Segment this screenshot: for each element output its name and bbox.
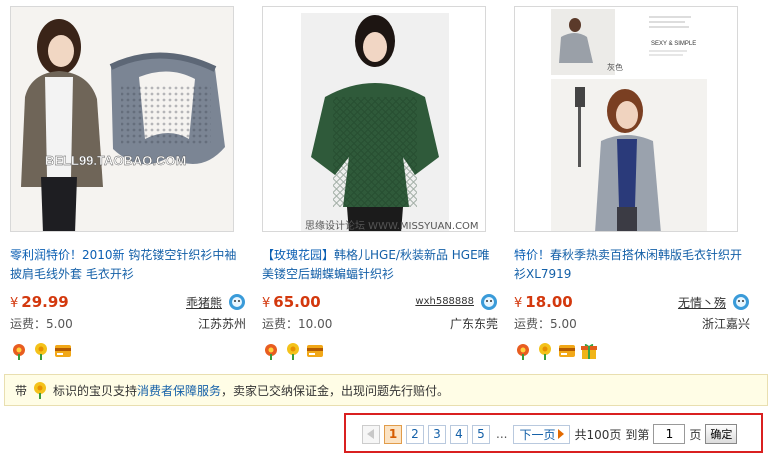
card-icon[interactable] <box>54 342 72 360</box>
product-card: 思缘设计论坛 WWW.MISSYUAN.COM 【玫瑰花园】韩格儿HGE/秋装新… <box>262 6 498 360</box>
product-image[interactable]: 灰色 SEXY & SIMPLE <box>514 6 738 232</box>
seller-link[interactable]: wxh588888 <box>415 296 474 307</box>
seller-location: 广东东莞 <box>449 317 498 331</box>
seller-location: 浙江嘉兴 <box>701 317 750 331</box>
page-5-button[interactable]: 5 <box>472 424 490 444</box>
page-4-button[interactable]: 4 <box>450 424 468 444</box>
seller-link[interactable]: 乖猪熊 <box>186 294 222 311</box>
product-title-lead[interactable]: 特价！ <box>514 248 550 262</box>
product-image[interactable]: 思缘设计论坛 WWW.MISSYUAN.COM <box>262 6 486 232</box>
page-2-button[interactable]: 2 <box>406 424 424 444</box>
seller-location: 江苏苏州 <box>197 317 246 331</box>
orange-flower-icon[interactable] <box>10 342 28 360</box>
confirm-button[interactable]: 确定 <box>705 424 738 444</box>
product-title[interactable]: 【玫瑰花园】韩格儿HGE/秋装新品 HGE唯美镂空后蝴蝶蝙蝠针织衫 <box>262 246 496 286</box>
page-ellipsis: ... <box>496 427 508 441</box>
page-3-button[interactable]: 3 <box>428 424 446 444</box>
total-pages: 共100页 <box>574 427 622 442</box>
service-badges <box>514 342 750 360</box>
page-1-button[interactable]: 1 <box>384 424 402 444</box>
shipping-fee: 运费：5.00 <box>514 317 577 331</box>
next-page-button[interactable]: 下一页 <box>513 424 571 444</box>
product-card: 灰色 SEXY & SIMPLE 特价！春秋季热卖百搭休闲韩版毛衣针织开衫XL7… <box>514 6 750 360</box>
service-badges <box>262 342 498 360</box>
gift-icon[interactable] <box>580 342 598 360</box>
goto-label: 到第 <box>625 427 650 442</box>
seller-link[interactable]: 无情丶殇 <box>678 294 726 311</box>
product-price: ¥18.00 <box>514 293 573 311</box>
pagination-highlight: 1 2 3 4 5 ... 下一页 共100页 到第 页 确定 <box>344 413 763 453</box>
yellow-flower-icon[interactable] <box>284 342 302 360</box>
wangwang-chat-icon[interactable] <box>732 293 750 311</box>
product-card: BELL99.TAOBAO.COM 零利润特价！2010新 钩花镂空针织衫中袖披… <box>10 6 246 360</box>
prev-page-button[interactable] <box>362 424 380 444</box>
orange-flower-icon[interactable] <box>262 342 280 360</box>
chevron-left-icon <box>367 429 374 439</box>
service-badges <box>10 342 246 360</box>
next-page-label: 下一页 <box>519 427 556 442</box>
card-icon[interactable] <box>306 342 324 360</box>
image-label-color: 灰色 <box>607 62 623 72</box>
product-title[interactable]: 零利润特价！2010新 钩花镂空针织衫中袖披肩毛线外套 毛衣开衫 <box>10 246 244 286</box>
product-grid: BELL99.TAOBAO.COM 零利润特价！2010新 钩花镂空针织衫中袖披… <box>8 6 768 366</box>
pagination: 1 2 3 4 5 ... 下一页 共100页 到第 页 确定 <box>362 424 738 444</box>
yellow-flower-icon <box>34 382 47 399</box>
product-title-lead[interactable]: 零利润特价！2010新 <box>10 248 128 262</box>
image-watermark: 思缘设计论坛 WWW.MISSYUAN.COM <box>305 219 479 232</box>
product-price: ¥65.00 <box>262 293 321 311</box>
card-icon[interactable] <box>558 342 576 360</box>
shipping-fee: 运费：5.00 <box>10 317 73 331</box>
yellow-flower-icon[interactable] <box>536 342 554 360</box>
product-price: ¥29.99 <box>10 293 69 311</box>
notice-middle: 标识的宝贝支持 <box>53 383 138 398</box>
wangwang-chat-icon[interactable] <box>480 293 498 311</box>
shipping-fee: 运费：10.00 <box>262 317 333 331</box>
wangwang-chat-icon[interactable] <box>228 293 246 311</box>
image-watermark: BELL99.TAOBAO.COM <box>45 153 186 168</box>
product-image[interactable]: BELL99.TAOBAO.COM <box>10 6 234 232</box>
page-unit-label: 页 <box>689 427 702 442</box>
page-number-input[interactable] <box>653 424 686 444</box>
notice-suffix: ，卖家已交纳保证金，出现问题先行赔付。 <box>221 383 450 398</box>
chevron-right-icon <box>558 429 565 439</box>
consumer-protection-link[interactable]: 消费者保障服务 <box>137 382 221 399</box>
product-title[interactable]: 特价！春秋季热卖百搭休闲韩版毛衣针织开衫XL7919 <box>514 246 748 286</box>
product-title-lead[interactable]: 【玫瑰花园】 <box>262 248 334 262</box>
notice-prefix: 带 <box>15 383 28 398</box>
yellow-flower-icon[interactable] <box>32 342 50 360</box>
consumer-protection-notice: 带 标识的宝贝支持 消费者保障服务 ，卖家已交纳保证金，出现问题先行赔付。 <box>4 374 768 406</box>
orange-flower-icon[interactable] <box>514 342 532 360</box>
image-label-slogan: SEXY & SIMPLE <box>651 41 696 47</box>
